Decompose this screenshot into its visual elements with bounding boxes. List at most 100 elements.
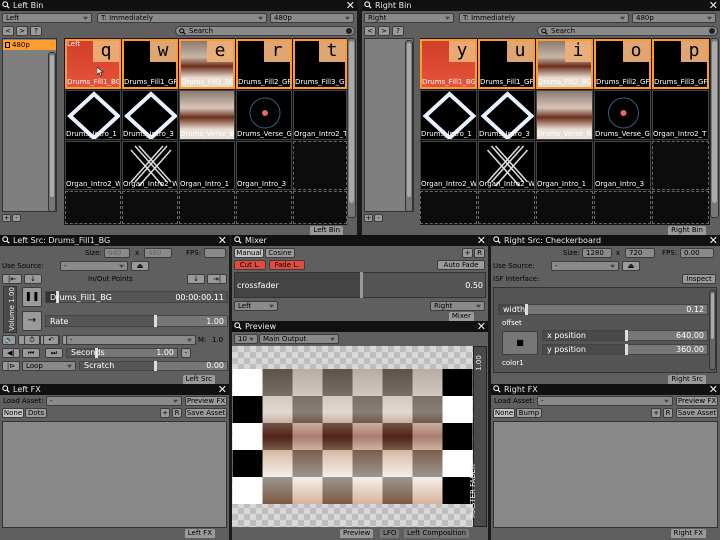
master-fader[interactable]: 1.00 MASTER FADER <box>469 346 487 527</box>
jump-out-button[interactable]: ↓ <box>187 274 205 284</box>
empty-slot[interactable] <box>420 191 477 224</box>
seconds-minus[interactable]: - <box>181 348 191 358</box>
set-in-button[interactable]: |⇤ <box>2 274 22 284</box>
scrollbar-thumb[interactable] <box>711 293 714 339</box>
fps-field[interactable]: 0.00 <box>680 248 714 258</box>
close-icon[interactable]: ✕ <box>218 235 227 246</box>
nav-back-button[interactable]: < <box>2 26 14 36</box>
x-position-slider[interactable]: x position 640.00 <box>542 330 708 341</box>
scrollbar-thumb[interactable] <box>407 43 411 197</box>
y-position-knob[interactable] <box>625 344 628 355</box>
nav-back-button[interactable]: < <box>364 26 376 36</box>
bin-selector[interactable]: Right <box>364 13 454 23</box>
fps-field[interactable] <box>204 248 226 258</box>
resolution-selector[interactable]: 480p <box>270 13 354 23</box>
clip-drums-verse-b[interactable]: Drums_Verse_B <box>179 90 235 140</box>
nav-forward-button[interactable]: > <box>378 26 390 36</box>
trigger-selector[interactable]: T: Immediately <box>97 13 267 23</box>
height-field[interactable]: 720 <box>625 248 655 258</box>
clip-drums-fill3-gf[interactable]: p Drums_Fill3_GF <box>652 39 709 89</box>
preview-fx-button[interactable]: Preview FX <box>676 396 718 406</box>
trigger-selector[interactable]: T: Immediately <box>459 13 629 23</box>
nav-forward-button[interactable]: > <box>16 26 28 36</box>
right-src-tab[interactable]: Right Src <box>668 375 706 384</box>
use-source-selector[interactable]: - <box>60 261 128 271</box>
auto-fade-button[interactable]: Auto Fade <box>437 260 485 270</box>
crossfader-knob[interactable] <box>360 272 363 298</box>
clip-drums-fill1-gf[interactable]: u Drums_Fill1_GF <box>478 39 535 89</box>
mode-selector[interactable]: - <box>66 335 196 345</box>
right-selector[interactable]: Right <box>430 301 485 311</box>
clip-drums-fill2-bg[interactable]: e Drums_Fill2_BG <box>179 39 235 89</box>
clip-organ-intro-1[interactable]: Organ_Intro_1 <box>179 141 235 190</box>
clip-drums-fill1-bg[interactable]: y Drums_Fill1_BG <box>420 39 477 89</box>
x-position-knob[interactable] <box>625 330 628 341</box>
add-folder-button[interactable]: + <box>2 214 11 222</box>
offset-picker[interactable]: ■ <box>502 331 538 355</box>
clip-drums-intro-1[interactable]: Drums_Intro_1 <box>420 90 477 140</box>
rewind-button[interactable]: ⏮ <box>22 348 40 358</box>
eject-button[interactable]: ⏏ <box>131 261 149 271</box>
preview-fx-button[interactable]: Preview FX <box>185 396 227 406</box>
clip-organ-intro-3[interactable]: Organ_Intro_3 <box>236 141 292 190</box>
tab-cosine[interactable]: Cosine <box>265 248 295 258</box>
clip-organ-intro2-w[interactable]: Organ_Intro2_W <box>478 141 535 190</box>
search-input[interactable]: Search <box>537 26 718 36</box>
loop-selector[interactable]: Loop <box>22 361 76 371</box>
mixer-tab[interactable]: Mixer <box>448 312 474 321</box>
grid-scrollbar[interactable] <box>710 38 719 218</box>
save-asset-button[interactable]: Save Asset <box>676 408 718 418</box>
empty-slot[interactable] <box>293 141 347 190</box>
height-field[interactable]: 480 <box>144 248 172 258</box>
jump-in-button[interactable]: ↓ <box>24 274 42 284</box>
timer-icon-button[interactable]: ⏱ <box>24 335 40 345</box>
clip-organ-intro2-t[interactable]: Organ_Intro2_T <box>293 90 347 140</box>
clip-organ-intro2-w[interactable]: Organ_Intro2_W <box>420 141 477 190</box>
speaker-icon[interactable]: ◀| <box>2 348 20 358</box>
clip-organ-intro2-w[interactable]: Organ_Intro2_W <box>122 141 178 190</box>
empty-slot[interactable] <box>236 191 292 224</box>
width-field[interactable]: 640 <box>104 248 130 258</box>
right-fx-tab[interactable]: Right FX <box>670 529 706 538</box>
left-src-tab[interactable]: Left Src <box>182 375 215 384</box>
clip-drums-fill2-gf[interactable]: o Drums_Fill2_GF <box>594 39 651 89</box>
inspect-button[interactable]: Inspect <box>682 274 716 284</box>
remove-folder-button[interactable]: - <box>12 214 21 222</box>
tab-lfo[interactable]: LFO <box>380 529 400 538</box>
scratch-slider[interactable]: Scratch 0.00 <box>79 361 228 371</box>
scrollbar-thumb[interactable] <box>712 41 717 203</box>
left-bin-tab[interactable]: Left Bin <box>310 226 343 235</box>
reset-fx-button[interactable]: R <box>172 408 182 418</box>
left-selector[interactable]: Left <box>234 301 278 311</box>
seconds-slider[interactable]: Seconds 1.00 <box>66 348 178 358</box>
scrollbar-thumb[interactable] <box>349 41 354 203</box>
folder-scrollbar[interactable] <box>48 52 56 212</box>
scrollbar-thumb[interactable] <box>50 55 54 197</box>
close-icon[interactable]: ✕ <box>218 384 227 395</box>
resolution-selector[interactable]: 480p <box>632 13 716 23</box>
clip-drums-intro-3[interactable]: Drums_Intro_3 <box>478 90 535 140</box>
cut-left-button[interactable]: Cut L. <box>234 260 266 270</box>
width-knob[interactable] <box>525 304 528 315</box>
clip-organ-intro-1[interactable]: Organ_Intro_1 <box>536 141 593 190</box>
asset-selector[interactable]: - <box>46 396 182 406</box>
empty-slot[interactable] <box>122 191 178 224</box>
params-scrollbar[interactable] <box>709 290 716 370</box>
close-icon[interactable]: ✕ <box>346 0 355 11</box>
preview-size-selector[interactable]: 10 <box>234 334 258 344</box>
tab-dots[interactable]: Dots <box>25 408 47 418</box>
scratch-knob[interactable] <box>154 361 157 371</box>
pause-button[interactable]: ❚❚ <box>22 287 42 307</box>
help-button[interactable]: ? <box>30 26 42 36</box>
empty-slot[interactable] <box>478 191 535 224</box>
reset-fx-button[interactable]: R <box>663 408 673 418</box>
width-slider[interactable]: width 0.12 <box>498 304 708 315</box>
clip-drums-fill2-bg[interactable]: i Drums_Fill2_BG <box>536 39 593 89</box>
width-field[interactable]: 1280 <box>582 248 612 258</box>
volume-icon-button[interactable]: 🔈 <box>2 335 16 345</box>
crossfader-slider[interactable]: crossfader 0.50 <box>234 272 486 298</box>
empty-slot[interactable] <box>179 191 235 224</box>
fade-left-button[interactable]: Fade L. <box>269 260 305 270</box>
right-bin-tab[interactable]: Right Bin <box>668 226 706 235</box>
set-out-button[interactable]: ⇥| <box>207 274 227 284</box>
